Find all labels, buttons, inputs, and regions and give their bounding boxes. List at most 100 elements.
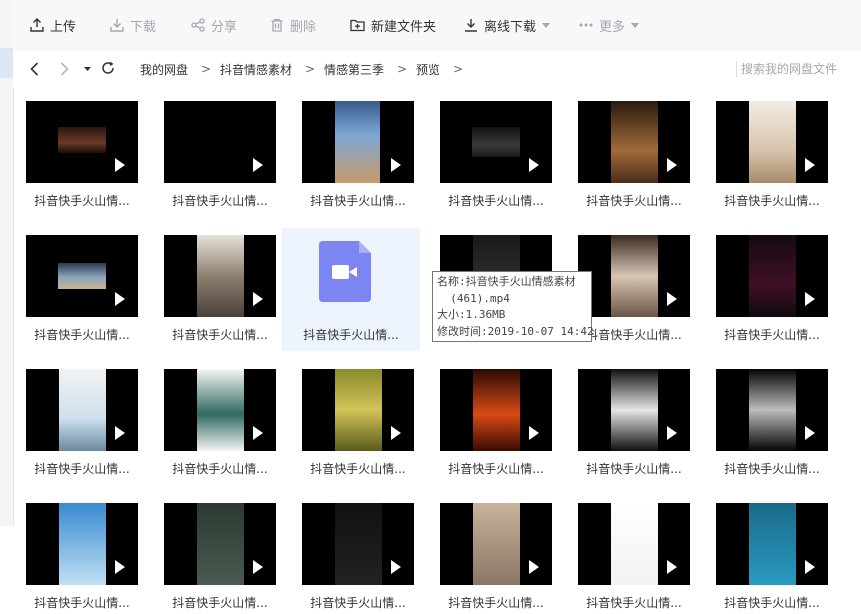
file-item[interactable]: 抖音快手火山情... [565,356,690,480]
play-icon [391,426,401,440]
file-item[interactable]: 抖音快手火山情... [151,356,276,480]
file-name: 抖音快手火山情... [34,462,130,476]
download-button[interactable]: 下载 [110,14,156,36]
video-thumbnail [578,369,690,451]
back-arrow-icon[interactable] [30,62,39,76]
file-name: 抖音快手火山情... [448,462,544,476]
forward-arrow-icon[interactable] [60,62,69,76]
breadcrumb-separator: > [397,62,408,76]
file-item[interactable]: 抖音快手火山情... [565,490,690,614]
file-item[interactable]: 抖音快手火山情... [289,356,414,480]
play-icon [529,426,539,440]
file-item[interactable]: 抖音快手火山情... [427,490,552,614]
download-icon [110,19,124,32]
video-thumbnail [26,101,138,183]
file-item[interactable]: 抖音快手火山情... [13,222,138,346]
file-name: 抖音快手火山情... [448,596,544,610]
file-item[interactable]: 抖音快手火山情... [289,88,414,212]
toolbar: 上传 下载 分享 删除 新建文件夹 离线下载 更多 [13,0,861,51]
play-icon [805,158,815,172]
video-thumbnail [26,503,138,585]
path-bar: 我的网盘 > 抖音情感素材 > 情感第三季 > 预览 > [13,50,861,88]
video-thumbnail [578,235,690,317]
file-item[interactable]: 抖音快手火山情... [13,88,138,212]
play-icon [529,158,539,172]
file-item[interactable]: 抖音快手火山情... [151,88,276,212]
file-item[interactable]: 抖音快手火山情... [703,356,828,480]
file-item[interactable]: 抖音快手火山情... [289,490,414,614]
new-folder-icon [350,19,365,32]
video-thumbnail [302,503,414,585]
video-thumbnail [164,369,276,451]
file-tooltip: 名称:抖音快手火山情感素材 (461).mp4 大小:1.36MB 修改时间:201… [432,271,594,342]
history-dropdown-icon[interactable] [84,67,91,71]
more-button[interactable]: 更多 [579,14,645,36]
play-icon [391,560,401,574]
file-item[interactable]: 抖音快手火山情... [151,222,276,346]
file-item[interactable]: 抖音快手火山情... [703,88,828,212]
file-item[interactable]: 抖音快手火山情... [282,228,420,351]
video-thumbnail [716,503,828,585]
file-item[interactable]: 抖音快手火山情... [151,490,276,614]
video-thumbnail [578,101,690,183]
download-label: 下载 [130,19,157,35]
breadcrumb-preview[interactable]: 预览 [416,60,440,78]
new-folder-button[interactable]: 新建文件夹 [350,14,436,36]
refresh-icon[interactable] [101,61,115,75]
play-icon [805,292,815,306]
share-icon [191,18,205,32]
play-icon [667,426,677,440]
play-icon [667,560,677,574]
video-thumbnail [716,101,828,183]
video-thumbnail [716,235,828,317]
play-icon [115,292,125,306]
video-thumbnail [440,503,552,585]
file-item[interactable]: 抖音快手火山情... [13,356,138,480]
chevron-down-icon [631,22,640,28]
file-name: 抖音快手火山情... [303,328,399,342]
upload-icon [30,18,44,32]
search-input[interactable] [741,60,853,78]
video-thumbnail [302,369,414,451]
new-folder-label: 新建文件夹 [371,19,437,35]
file-item[interactable]: 抖音快手火山情... [427,88,552,212]
more-label: 更多 [599,19,626,35]
video-thumbnail [26,235,138,317]
delete-button[interactable]: 删除 [270,14,316,36]
share-label: 分享 [211,19,238,35]
share-button[interactable]: 分享 [191,14,237,36]
chevron-down-icon [542,22,551,28]
file-name: 抖音快手火山情... [172,462,268,476]
breadcrumb-separator: > [453,62,464,76]
breadcrumb-season-three[interactable]: 情感第三季 [324,60,384,78]
more-dots-icon [579,23,593,27]
file-name: 抖音快手火山情... [586,194,682,208]
video-thumbnail [440,369,552,451]
file-item[interactable]: 抖音快手火山情... [703,490,828,614]
upload-label: 上传 [50,19,77,35]
file-item[interactable]: 抖音快手火山情... [703,222,828,346]
file-item[interactable]: 抖音快手火山情... [427,356,552,480]
file-item[interactable]: 抖音快手火山情... [13,490,138,614]
offline-download-icon [465,19,477,32]
tooltip-modified-time: 修改时间:2019-10-07 14:42 [437,324,594,338]
divider [736,61,737,77]
left-sidebar-strip [0,0,14,526]
breadcrumb-douyin-material[interactable]: 抖音情感素材 [220,60,292,78]
file-name: 抖音快手火山情... [586,596,682,610]
trash-icon [271,18,283,32]
offline-download-button[interactable]: 离线下载 [464,14,556,36]
play-icon [667,292,677,306]
file-name: 抖音快手火山情... [724,462,820,476]
file-name: 抖音快手火山情... [172,328,268,342]
breadcrumb-separator: > [201,62,212,76]
file-item[interactable]: 抖音快手火山情... [565,88,690,212]
breadcrumb-my-netdisk[interactable]: 我的网盘 [140,60,188,78]
upload-button[interactable]: 上传 [30,14,76,36]
file-name: 抖音快手火山情... [586,462,682,476]
video-thumbnail [716,369,828,451]
file-name: 抖音快手火山情... [724,596,820,610]
video-thumbnail [164,503,276,585]
play-icon [805,560,815,574]
offline-download-label: 离线下载 [484,19,537,35]
